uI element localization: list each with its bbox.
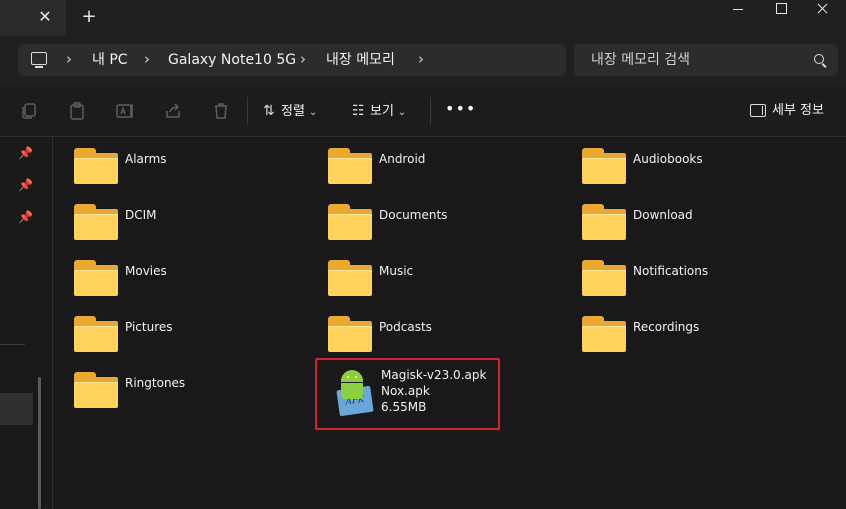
rename-icon[interactable]: [115, 101, 135, 121]
navigation-pane: 📌 📌 📌: [0, 137, 53, 509]
search-icon[interactable]: [814, 54, 824, 64]
breadcrumb-separator-icon[interactable]: ›: [418, 50, 424, 68]
folder-name: Notifications: [633, 264, 709, 278]
address-bar[interactable]: › 내 PC › Galaxy Note10 5G › 내장 메모리 ›: [18, 44, 566, 76]
breadcrumb-separator-icon[interactable]: ›: [144, 50, 150, 68]
folder-icon: [74, 204, 118, 240]
sort-icon: ⇅: [263, 103, 275, 119]
folder-name: Ringtones: [125, 376, 186, 390]
details-pane-icon: [750, 104, 766, 117]
address-row: › 내 PC › Galaxy Note10 5G › 내장 메모리 › 내장 …: [0, 36, 846, 86]
share-icon[interactable]: [163, 101, 183, 121]
breadcrumb-galaxy-note10[interactable]: Galaxy Note10 5G: [168, 51, 296, 69]
folder-name: Audiobooks: [633, 152, 703, 166]
view-label: 보기: [370, 104, 394, 119]
minimize-button[interactable]: [715, 0, 761, 18]
folder-item[interactable]: Download: [561, 193, 801, 245]
folder-item[interactable]: Pictures: [53, 305, 293, 357]
android-apk-icon: APK: [332, 368, 376, 418]
folder-name: Podcasts: [379, 320, 432, 334]
folder-icon: [328, 260, 372, 296]
folder-icon: [74, 372, 118, 408]
folder-item[interactable]: Documents: [307, 193, 547, 245]
chevron-down-icon: ⌄: [308, 107, 318, 118]
paste-icon[interactable]: [67, 101, 87, 121]
view-icon: ☷: [352, 103, 365, 119]
folder-item[interactable]: Ringtones: [53, 361, 293, 413]
computer-icon[interactable]: [31, 52, 47, 68]
folder-item[interactable]: Podcasts: [307, 305, 547, 357]
command-bar: ⇅ 정렬 ⌄ ☷ 보기 ⌄ ••• 세부 정보: [0, 86, 846, 137]
folder-icon: [74, 260, 118, 296]
folder-name: Download: [633, 208, 693, 222]
toolbar-divider: [247, 97, 248, 125]
folder-item[interactable]: Alarms: [53, 137, 293, 189]
breadcrumb-my-pc[interactable]: 내 PC: [92, 51, 128, 69]
folder-name: Pictures: [125, 320, 173, 334]
nav-divider: [0, 344, 25, 345]
folder-icon: [582, 260, 626, 296]
folder-item[interactable]: Recordings: [561, 305, 801, 357]
details-label: 세부 정보: [772, 103, 824, 118]
folder-icon: [328, 316, 372, 352]
pin-icon[interactable]: 📌: [18, 146, 33, 160]
folder-icon: [582, 204, 626, 240]
folder-icon: [582, 316, 626, 352]
nav-selected-item[interactable]: [0, 393, 33, 425]
folder-name: Android: [379, 152, 426, 166]
folder-name: Recordings: [633, 320, 700, 334]
folder-name: Music: [379, 264, 414, 278]
tab[interactable]: ✕: [0, 0, 66, 36]
folder-icon: [328, 204, 372, 240]
folder-icon: [74, 316, 118, 352]
folder-item[interactable]: DCIM: [53, 193, 293, 245]
folder-item[interactable]: Audiobooks: [561, 137, 801, 189]
sort-button[interactable]: ⇅ 정렬 ⌄: [263, 99, 317, 123]
nav-scrollbar[interactable]: [38, 377, 41, 509]
file-name: Magisk-v23.0.apk: [381, 368, 487, 382]
folder-item[interactable]: Music: [307, 249, 547, 301]
delete-icon[interactable]: [211, 101, 231, 121]
breadcrumb-separator-icon[interactable]: ›: [300, 50, 306, 68]
file-type: Nox.apk: [381, 384, 430, 398]
new-tab-button[interactable]: +: [80, 7, 98, 27]
folder-name: Documents: [379, 208, 448, 222]
search-input[interactable]: 내장 메모리 검색: [574, 44, 838, 76]
android-head: [341, 370, 363, 382]
details-pane-button[interactable]: 세부 정보: [750, 99, 824, 123]
more-options-button[interactable]: •••: [445, 101, 475, 121]
copy-icon[interactable]: [19, 101, 39, 121]
pin-icon[interactable]: 📌: [18, 210, 33, 224]
file-list: Alarms Android Audiobooks DCIM Documents…: [53, 137, 846, 509]
title-bar: ✕ +: [0, 0, 846, 36]
folder-name: Movies: [125, 264, 167, 278]
file-size: 6.55MB: [381, 400, 427, 414]
android-body: [341, 383, 363, 399]
breadcrumb-separator-icon[interactable]: ›: [66, 50, 72, 68]
folder-icon: [582, 148, 626, 184]
folder-icon: [328, 148, 372, 184]
view-button[interactable]: ☷ 보기 ⌄: [352, 99, 406, 123]
folder-icon: [74, 148, 118, 184]
toolbar-divider: [430, 97, 431, 125]
folder-name: Alarms: [125, 152, 167, 166]
maximize-button[interactable]: [758, 0, 804, 18]
close-window-button[interactable]: [800, 0, 846, 18]
search-placeholder: 내장 메모리 검색: [591, 52, 691, 68]
folder-item[interactable]: Android: [307, 137, 547, 189]
folder-name: DCIM: [125, 208, 157, 222]
sort-label: 정렬: [281, 104, 305, 119]
folder-item[interactable]: Notifications: [561, 249, 801, 301]
apk-file-item[interactable]: APK Magisk-v23.0.apk Nox.apk 6.55MB: [315, 358, 500, 430]
folder-item[interactable]: Movies: [53, 249, 293, 301]
chevron-down-icon: ⌄: [397, 107, 407, 118]
tab-close-icon[interactable]: ✕: [37, 8, 53, 26]
breadcrumb-internal-storage[interactable]: 내장 메모리: [326, 51, 395, 69]
pin-icon[interactable]: 📌: [18, 178, 33, 192]
